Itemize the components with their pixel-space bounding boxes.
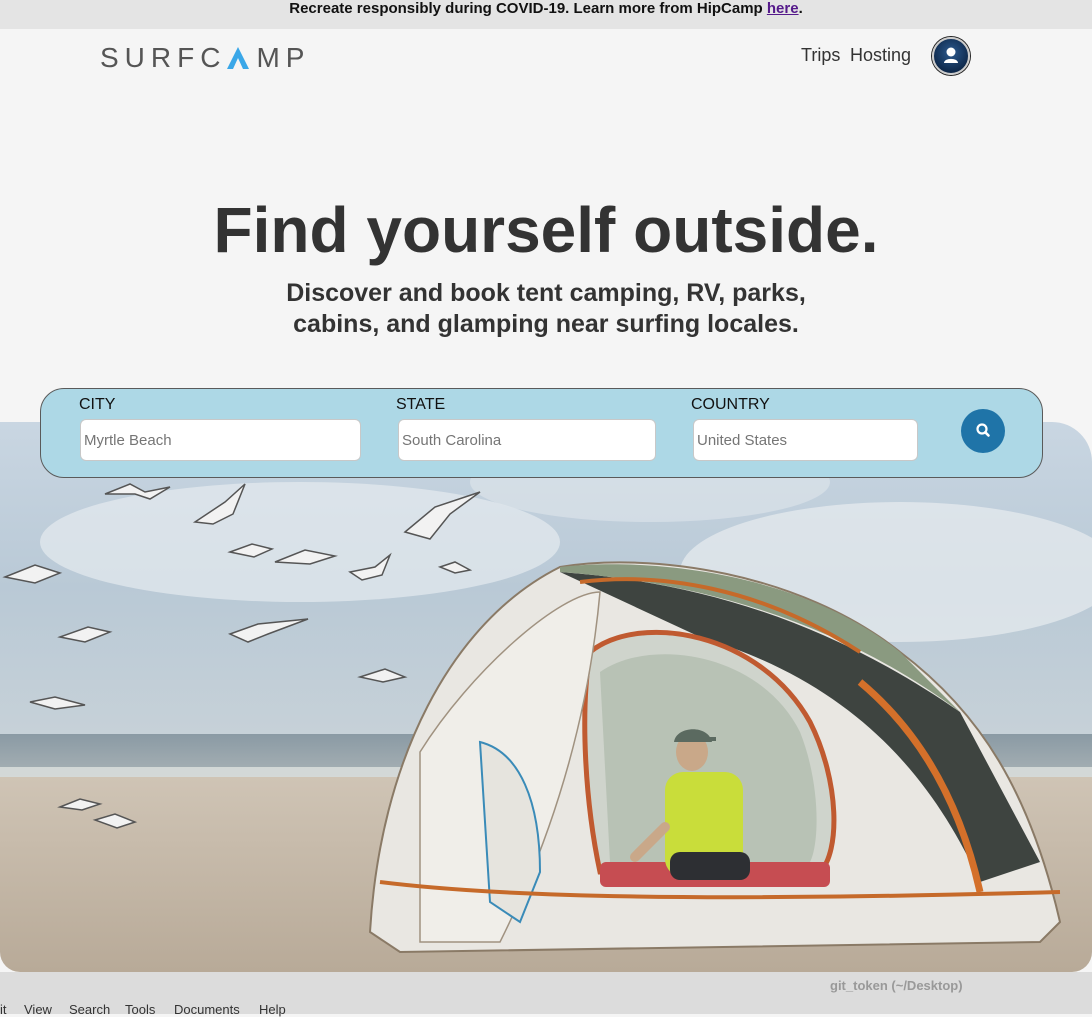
city-label: CITY	[79, 396, 116, 413]
hero-title: Find yourself outside.	[213, 194, 879, 266]
banner-period: .	[798, 0, 803, 17]
hero-subtitle: Discover and book tent camping, RV, park…	[246, 278, 846, 340]
hero-photo	[0, 422, 1092, 972]
country-label: COUNTRY	[691, 396, 770, 413]
country-input[interactable]	[693, 419, 918, 461]
tent-peak-icon	[227, 47, 250, 69]
beach-tent-illustration	[0, 422, 1092, 972]
city-input[interactable]	[80, 419, 361, 461]
hero-subtitle-line2: cabins, and glamping near surfing locale…	[293, 310, 799, 338]
logo-text-end: MP	[256, 42, 311, 73]
covid-banner: Recreate responsibly during COVID-19. Le…	[0, 0, 1092, 29]
menu-help[interactable]: Help	[259, 1002, 286, 1017]
nav-trips[interactable]: Trips	[801, 44, 840, 66]
state-label: STATE	[396, 396, 446, 413]
search-panel: CITY STATE COUNTRY	[40, 388, 1043, 478]
menu-view[interactable]: View	[24, 1002, 52, 1017]
banner-text: Recreate responsibly during COVID-19. Le…	[289, 0, 767, 17]
search-icon	[976, 423, 990, 437]
desktop-taskbar: git_token (~/Desktop) it View Search Too…	[0, 972, 1092, 1017]
menu-edit[interactable]: it	[0, 1002, 7, 1017]
menu-documents[interactable]: Documents	[174, 1002, 240, 1017]
user-icon	[944, 47, 958, 63]
menu-search[interactable]: Search	[69, 1002, 110, 1017]
logo-text-start: SURFC	[100, 42, 227, 73]
logo[interactable]: SURFC MP	[100, 42, 310, 74]
state-input[interactable]	[398, 419, 656, 461]
hero-subtitle-line1: Discover and book tent camping, RV, park…	[286, 279, 806, 307]
banner-link[interactable]: here	[767, 0, 799, 17]
window-title: git_token (~/Desktop)	[830, 978, 963, 993]
search-button[interactable]	[961, 409, 1005, 453]
menu-tools[interactable]: Tools	[125, 1002, 155, 1017]
top-nav: SURFC MP Trips Hosting	[0, 29, 1092, 89]
user-avatar-button[interactable]	[932, 37, 970, 75]
nav-hosting[interactable]: Hosting	[850, 44, 911, 66]
